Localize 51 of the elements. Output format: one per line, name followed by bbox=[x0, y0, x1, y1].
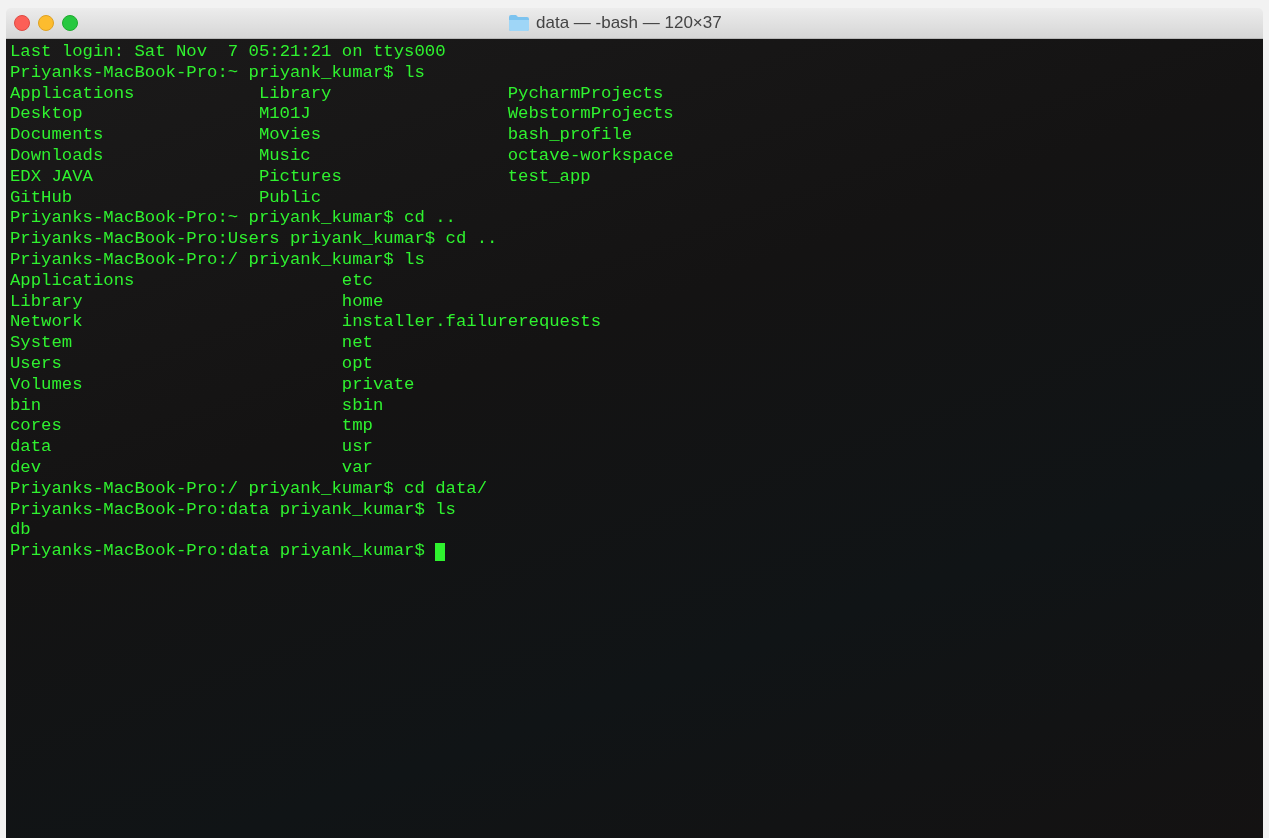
close-button[interactable] bbox=[14, 15, 30, 31]
file-name: Applications bbox=[10, 83, 135, 105]
file-name: bin bbox=[10, 395, 42, 417]
file-name: WebstormProjects bbox=[507, 104, 674, 126]
file-name: home bbox=[341, 291, 384, 313]
file-name: Applications bbox=[10, 270, 135, 292]
terminal-line: Priyanks-MacBook-Pro:/ priyank_kumar$ ls bbox=[10, 249, 426, 271]
file-name: Music bbox=[258, 146, 311, 167]
file-name: private bbox=[341, 374, 415, 396]
file-name: data bbox=[10, 437, 52, 458]
file-name: M101J bbox=[258, 104, 311, 126]
file-name: var bbox=[341, 457, 373, 479]
terminal-line: Priyanks-MacBook-Pro:~ priyank_kumar$ cd .. bbox=[10, 208, 457, 230]
file-name: Network bbox=[10, 312, 83, 334]
file-name: System bbox=[10, 333, 73, 354]
folder-icon bbox=[508, 14, 530, 32]
file-name: Downloads bbox=[10, 146, 104, 167]
terminal-line: Priyanks-MacBook-Pro:~ priyank_kumar$ ls bbox=[10, 62, 426, 84]
file-name: opt bbox=[341, 353, 373, 375]
terminal-line: Last login: Sat Nov 7 05:21:21 on ttys000 bbox=[10, 42, 447, 63]
file-name: test_app bbox=[507, 166, 591, 188]
window-title: data — -bash — 120×37 bbox=[536, 13, 722, 33]
zoom-button[interactable] bbox=[62, 15, 78, 31]
terminal-line: Priyanks-MacBook-Pro:Users priyank_kumar$ cd .. bbox=[10, 229, 499, 250]
file-name: dev bbox=[10, 457, 42, 479]
file-name: EDX JAVA bbox=[10, 166, 93, 188]
file-name: Documents bbox=[10, 125, 104, 146]
file-name: Volumes bbox=[10, 374, 83, 396]
file-name: Public bbox=[258, 187, 322, 209]
terminal-line: Priyanks-MacBook-Pro:data priyank_kumar$ bbox=[10, 541, 425, 562]
file-name: bash_profile bbox=[507, 125, 633, 146]
file-name: Users bbox=[10, 353, 62, 375]
file-name: sbin bbox=[341, 395, 384, 417]
file-name: etc bbox=[341, 270, 373, 292]
terminal-line: Priyanks-MacBook-Pro:/ priyank_kumar$ cd data/ bbox=[10, 478, 489, 500]
minimize-button[interactable] bbox=[38, 15, 54, 31]
file-name: PycharmProjects bbox=[507, 83, 664, 105]
file-name: Library bbox=[10, 291, 83, 313]
terminal-line: db bbox=[10, 520, 32, 542]
file-name: installer.failurerequests bbox=[341, 312, 602, 334]
file-name: GitHub bbox=[10, 187, 73, 209]
file-name: octave-workspace bbox=[507, 146, 674, 167]
file-name: Movies bbox=[258, 125, 322, 146]
file-name: tmp bbox=[341, 416, 373, 438]
file-name: net bbox=[341, 333, 373, 354]
file-name: Desktop bbox=[10, 104, 83, 126]
terminal-line: Priyanks-MacBook-Pro:data priyank_kumar$ ls bbox=[10, 499, 457, 521]
file-name: Library bbox=[258, 83, 332, 105]
file-name: usr bbox=[341, 437, 373, 458]
file-name: cores bbox=[10, 416, 62, 438]
file-name: Pictures bbox=[258, 166, 342, 188]
